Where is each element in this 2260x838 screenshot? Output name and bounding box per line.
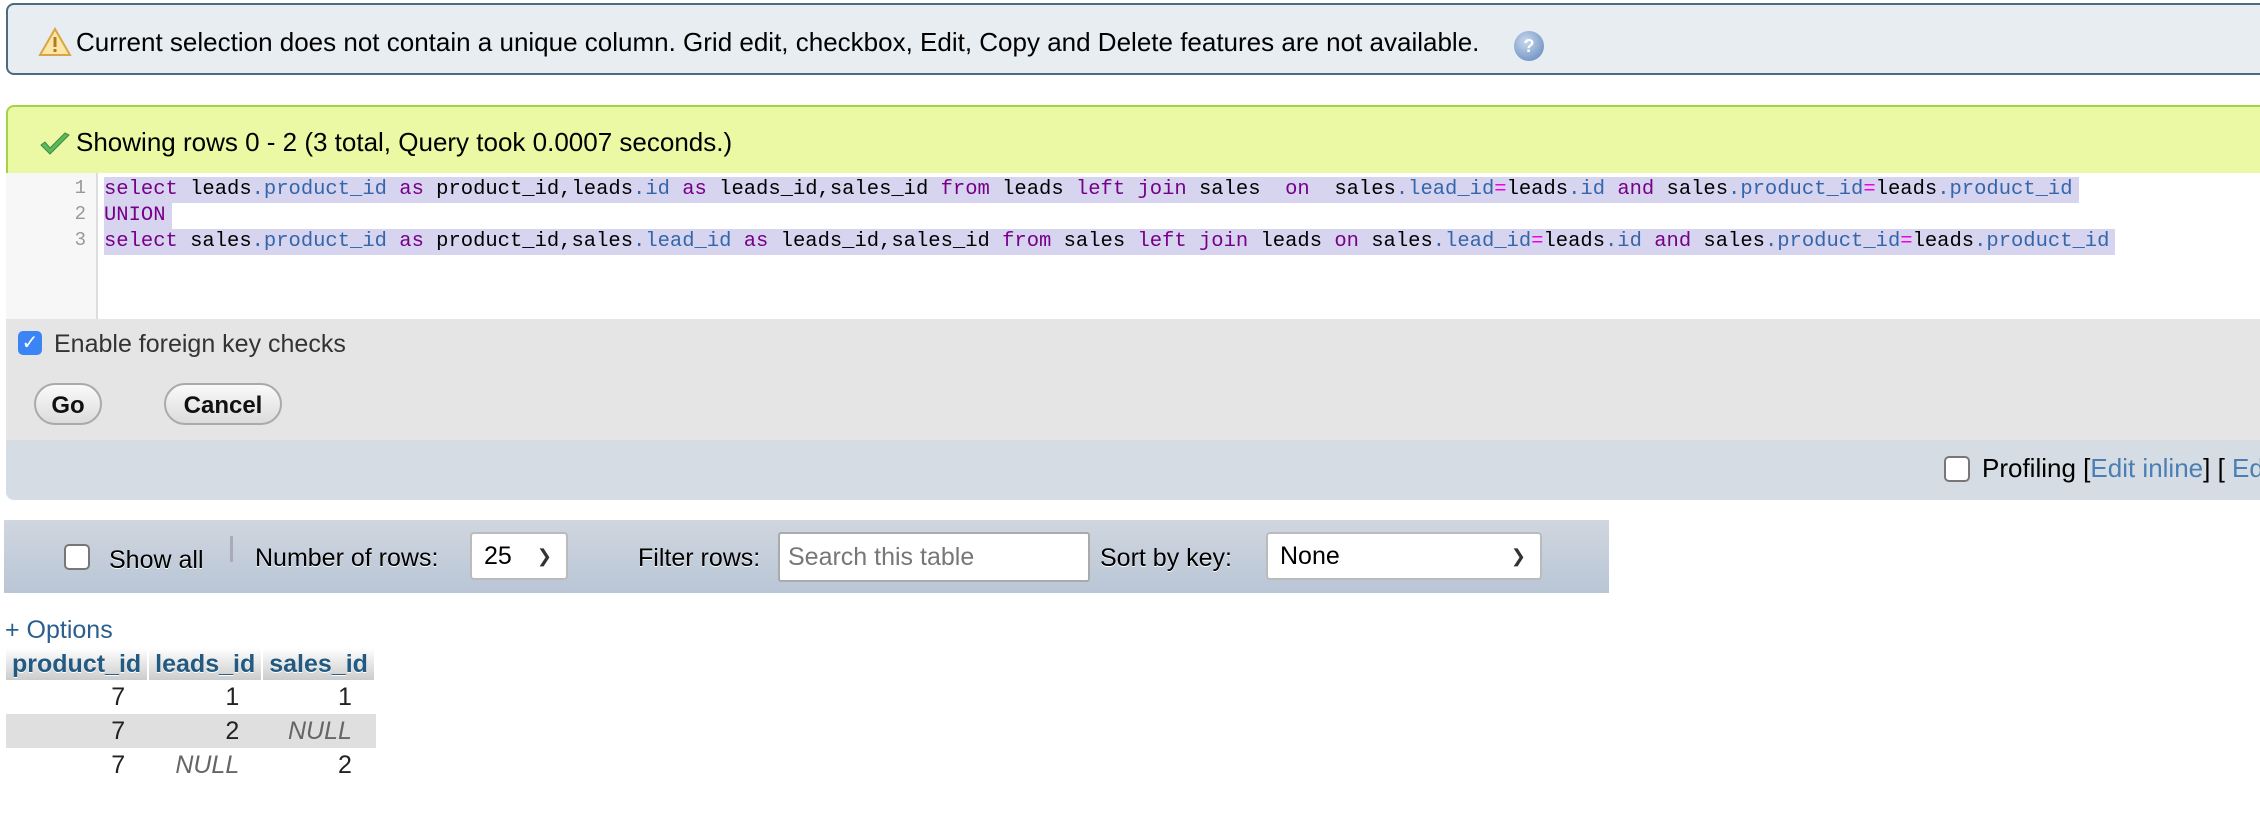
rows-per-page-select[interactable]: 25 ❯ xyxy=(470,532,568,580)
line-number: 1 xyxy=(74,177,86,199)
profiling-controls: Profiling [Edit inline] [ Ed xyxy=(1982,453,2260,484)
table-cell[interactable]: 2 xyxy=(149,714,264,748)
sql-line-1[interactable]: select leads.product_id as product_id,le… xyxy=(104,177,2079,203)
warning-text: Current selection does not contain a uni… xyxy=(76,27,1480,57)
warning-message: Current selection does not contain a uni… xyxy=(6,3,2260,75)
profiling-checkbox[interactable] xyxy=(1944,456,1970,482)
warning-triangle-icon xyxy=(38,27,72,56)
success-text: Showing rows 0 - 2 (3 total, Query took … xyxy=(76,127,733,157)
results-table: product_id leads_id sales_id 7 1 1 7 2 NULL 7 N… xyxy=(6,648,376,782)
profiling-bar: Profiling [Edit inline] [ Ed xyxy=(6,440,2260,500)
success-message: Showing rows 0 - 2 (3 total, Query took … xyxy=(6,105,2260,175)
table-row: 711 xyxy=(6,680,376,714)
table-cell[interactable]: 2 xyxy=(263,748,376,782)
sql-line-3[interactable]: select sales.product_id as product_id,sa… xyxy=(104,229,2116,255)
cancel-button[interactable]: Cancel xyxy=(164,383,282,425)
go-button[interactable]: Go xyxy=(34,383,102,425)
checkmark-icon xyxy=(40,132,70,155)
foreign-key-label: Enable foreign key checks xyxy=(54,330,346,358)
header-row: product_id leads_id sales_id xyxy=(6,648,376,680)
table-cell[interactable]: NULL xyxy=(149,748,264,782)
sql-line-2[interactable]: UNION xyxy=(104,203,172,229)
table-row: 7 2 NULL xyxy=(6,714,376,748)
column-header-sales-id[interactable]: sales_id xyxy=(263,648,376,680)
sort-by-key-select[interactable]: None ❯ xyxy=(1266,532,1542,580)
column-header-product-id[interactable]: product_id xyxy=(6,648,150,680)
rows-select-value: 25 xyxy=(484,542,512,570)
show-all-label: Show all xyxy=(109,546,204,574)
rows-label: Number of rows: xyxy=(255,544,439,572)
table-cell[interactable]: 7 xyxy=(6,714,150,748)
filter-rows-input[interactable]: Search this table xyxy=(778,532,1090,582)
table-navigation-bar: Show all Number of rows: 25 ❯ Filter row… xyxy=(4,520,1609,593)
show-all-checkbox[interactable] xyxy=(64,544,90,570)
table-cell[interactable]: 1 xyxy=(149,680,264,714)
filter-label: Filter rows: xyxy=(638,544,761,572)
options-toggle-link[interactable]: + Options xyxy=(5,616,113,645)
table-cell[interactable]: 7 xyxy=(6,680,150,714)
line-number: 2 xyxy=(74,203,86,225)
separator xyxy=(230,536,233,562)
query-options-panel: ✓ Enable foreign key checks Go Cancel xyxy=(6,319,2260,440)
chevron-down-icon: ❯ xyxy=(536,546,552,566)
column-header-leads-id[interactable]: leads_id xyxy=(149,648,264,680)
line-number-gutter: 1 2 3 xyxy=(6,173,98,319)
help-icon[interactable]: ? xyxy=(1514,31,1544,61)
edit-inline-link[interactable]: Edit inline xyxy=(2090,453,2203,483)
line-number: 3 xyxy=(74,229,86,251)
edit-link[interactable]: Ed xyxy=(2232,453,2260,483)
table-cell[interactable]: 7 xyxy=(6,748,150,782)
table-cell[interactable]: 1 xyxy=(263,680,376,714)
chevron-down-icon: ❯ xyxy=(1510,546,1526,566)
sort-select-value: None xyxy=(1280,542,1340,570)
sort-label: Sort by key: xyxy=(1100,544,1232,572)
table-row: 7 NULL 2 xyxy=(6,748,376,782)
profiling-label: Profiling xyxy=(1982,453,2076,483)
foreign-key-checkbox[interactable]: ✓ xyxy=(18,331,42,355)
table-cell[interactable]: NULL xyxy=(263,714,376,748)
sql-query-editor[interactable]: 1 2 3 select leads.product_id as product… xyxy=(6,173,2260,319)
